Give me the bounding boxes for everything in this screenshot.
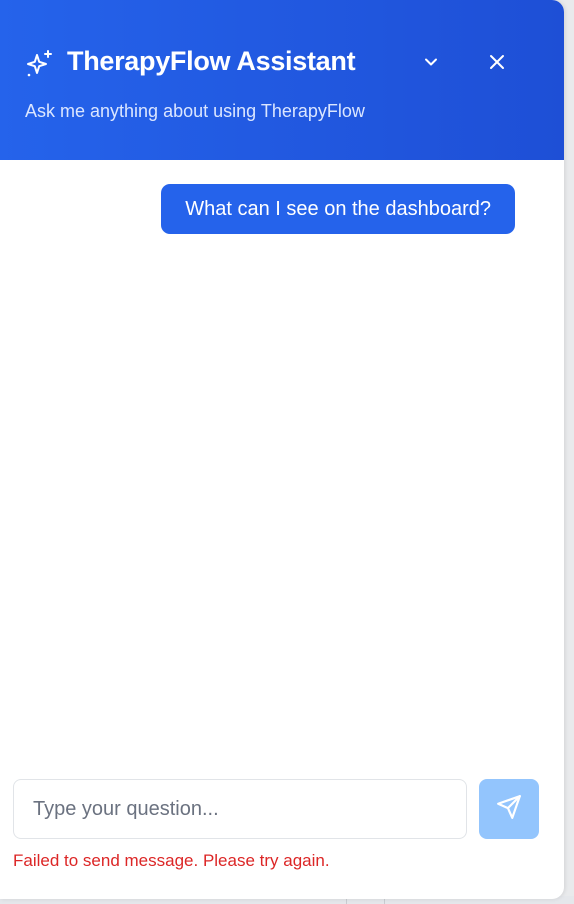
sparkle-icon [24,48,56,80]
chat-subtitle: Ask me anything about using TherapyFlow [25,101,365,121]
collapse-button[interactable] [415,48,447,80]
send-icon [496,794,522,825]
chat-title: TherapyFlow Assistant [67,46,356,76]
chat-header: TherapyFlow Assistant Ask me anything ab… [0,0,564,160]
error-message: Failed to send message. Please try again… [13,851,330,870]
chevron-down-icon [421,52,441,77]
question-input-container[interactable] [13,779,467,839]
assistant-chat-panel: TherapyFlow Assistant Ask me anything ab… [0,0,564,899]
user-message-bubble: What can I see on the dashboard? [161,184,515,234]
send-button[interactable] [479,779,539,839]
question-input[interactable] [33,797,447,821]
close-button[interactable] [481,48,513,80]
close-icon [487,52,507,77]
message-list: What can I see on the dashboard? [0,160,564,760]
